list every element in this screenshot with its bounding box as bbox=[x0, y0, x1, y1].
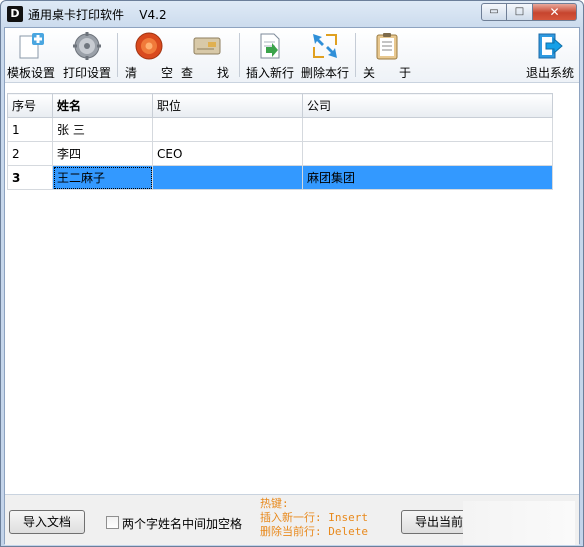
maximize-button[interactable]: □ bbox=[507, 3, 533, 21]
cell-name[interactable]: 王二麻子 bbox=[52, 165, 153, 190]
table-row-selected[interactable]: 3 王二麻子 麻团集团 bbox=[7, 165, 553, 190]
hotkey-insert: 插入新一行: Insert bbox=[260, 511, 368, 524]
print-settings-label: 打印设置 bbox=[62, 66, 111, 80]
app-window: D 通用桌卡打印软件 V4.2 ▭ □ ✕ 模板设置 打印设置 清 空 查 找 … bbox=[0, 0, 584, 547]
name-space-checkbox-label[interactable]: 两个字姓名中间加空格 bbox=[122, 515, 242, 532]
column-header-name[interactable]: 姓名 bbox=[52, 93, 153, 118]
search-label: 查 找 bbox=[181, 66, 230, 80]
cell-num[interactable]: 3 bbox=[7, 165, 53, 190]
app-logo-icon: D bbox=[7, 6, 23, 22]
table-row[interactable]: 1 张 三 bbox=[7, 117, 553, 142]
column-header-position[interactable]: 职位 bbox=[152, 93, 303, 118]
cell-name[interactable]: 李四 bbox=[52, 141, 153, 166]
import-document-button[interactable]: 导入文档 bbox=[9, 510, 85, 534]
insert-row-icon bbox=[260, 33, 280, 59]
about-button[interactable]: 关 于 bbox=[359, 28, 415, 82]
search-button[interactable]: 查 找 bbox=[179, 28, 235, 82]
template-settings-button[interactable]: 模板设置 bbox=[5, 28, 57, 82]
close-button[interactable]: ✕ bbox=[533, 3, 577, 21]
cell-position[interactable] bbox=[152, 165, 303, 190]
template-icon bbox=[19, 33, 44, 59]
hotkey-title: 热键: bbox=[260, 497, 289, 510]
card-search-icon bbox=[193, 37, 221, 55]
insert-row-button[interactable]: 插入新行 bbox=[242, 28, 298, 82]
print-settings-button[interactable]: 打印设置 bbox=[59, 28, 115, 82]
bottom-bar: 导入文档 两个字姓名中间加空格 热键: 插入新一行: Insert 删除当前行:… bbox=[5, 494, 579, 545]
app-version: V4.2 bbox=[139, 8, 167, 22]
app-title: 通用桌卡打印软件 bbox=[28, 8, 125, 22]
delete-row-button[interactable]: 删除本行 bbox=[297, 28, 353, 82]
hotkey-delete: 删除当前行: Delete bbox=[260, 525, 368, 538]
delete-row-icon bbox=[313, 34, 337, 58]
toolbar-separator bbox=[239, 33, 240, 77]
clear-icon bbox=[135, 32, 163, 60]
hotkey-hints: 热键: 插入新一行: Insert 删除当前行: Delete bbox=[260, 497, 368, 539]
client-area: 模板设置 打印设置 清 空 查 找 插入新行 删除本行 关 于 退出系统 序号 … bbox=[4, 27, 580, 545]
exit-button[interactable]: 退出系统 bbox=[523, 28, 577, 82]
cell-num[interactable]: 1 bbox=[7, 117, 53, 142]
cell-name[interactable]: 张 三 bbox=[52, 117, 153, 142]
clear-button[interactable]: 清 空 bbox=[121, 28, 177, 82]
column-header-company[interactable]: 公司 bbox=[302, 93, 553, 118]
obscured-region bbox=[463, 501, 575, 545]
minimize-button[interactable]: ▭ bbox=[481, 3, 507, 21]
gear-icon bbox=[73, 32, 101, 60]
insert-row-label: 插入新行 bbox=[245, 66, 294, 80]
cell-position[interactable]: CEO bbox=[152, 141, 303, 166]
clear-label: 清 空 bbox=[125, 66, 174, 80]
template-settings-label: 模板设置 bbox=[6, 66, 55, 80]
toolbar-separator bbox=[355, 33, 356, 77]
cell-num[interactable]: 2 bbox=[7, 141, 53, 166]
clipboard-icon bbox=[376, 33, 398, 60]
about-label: 关 于 bbox=[363, 66, 412, 80]
cell-position[interactable] bbox=[152, 117, 303, 142]
cell-company[interactable] bbox=[302, 141, 553, 166]
window-controls: ▭ □ ✕ bbox=[481, 3, 577, 21]
data-grid[interactable]: 序号 姓名 职位 公司 1 张 三 2 李四 CEO 3 王二麻子 麻团集团 bbox=[7, 93, 553, 190]
toolbar: 模板设置 打印设置 清 空 查 找 插入新行 删除本行 关 于 退出系统 bbox=[5, 28, 579, 83]
window-title: 通用桌卡打印软件 V4.2 bbox=[28, 6, 167, 23]
data-grid-area[interactable]: 序号 姓名 职位 公司 1 张 三 2 李四 CEO 3 王二麻子 麻团集团 bbox=[5, 84, 579, 494]
exit-icon bbox=[538, 33, 563, 59]
exit-label: 退出系统 bbox=[525, 66, 574, 80]
toolbar-separator bbox=[117, 33, 118, 77]
cell-company[interactable] bbox=[302, 117, 553, 142]
title-bar[interactable]: D 通用桌卡打印软件 V4.2 ▭ □ ✕ bbox=[1, 1, 583, 27]
delete-row-label: 删除本行 bbox=[300, 66, 349, 80]
cell-company[interactable]: 麻团集团 bbox=[302, 165, 553, 190]
grid-header-row: 序号 姓名 职位 公司 bbox=[7, 93, 553, 118]
column-header-num[interactable]: 序号 bbox=[7, 93, 53, 118]
table-row[interactable]: 2 李四 CEO bbox=[7, 141, 553, 166]
name-space-checkbox[interactable] bbox=[106, 516, 119, 529]
